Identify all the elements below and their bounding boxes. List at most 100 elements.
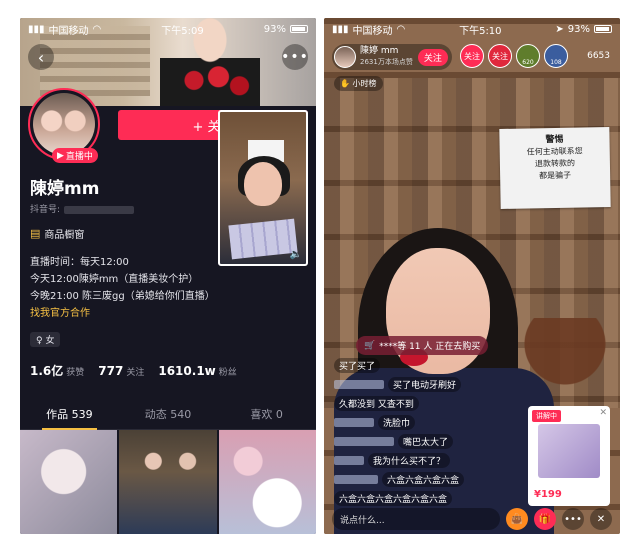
- more-button[interactable]: •••: [281, 44, 308, 70]
- stat-value: 1610.1w: [158, 364, 216, 378]
- more-dots-icon: •••: [564, 513, 582, 525]
- tab-moments[interactable]: 动态 540: [119, 398, 218, 429]
- location-icon: ➤: [555, 23, 564, 35]
- live-preview-window[interactable]: 🔈: [218, 110, 308, 266]
- shopping-bag-button[interactable]: 👜: [506, 508, 528, 530]
- streamer-avatar[interactable]: [334, 46, 356, 68]
- douyin-id-label: 抖音号:: [30, 205, 61, 215]
- viewer-avatar[interactable]: 108: [544, 44, 568, 68]
- viewer-count[interactable]: 6653: [587, 51, 610, 61]
- warning-line: 都是骗子: [539, 170, 572, 181]
- stat-value: 1.6亿: [30, 364, 64, 378]
- stat-following[interactable]: 777 关注: [98, 360, 144, 379]
- chat-username[interactable]: [334, 437, 394, 446]
- profile-tabs: 作品 539 动态 540 喜欢 0: [20, 398, 316, 430]
- video-grid: [20, 430, 316, 534]
- shop-window-link[interactable]: ▤ 商品橱窗: [30, 226, 84, 241]
- tab-likes[interactable]: 喜欢 0: [217, 398, 316, 429]
- chat-text: 洗脸巾: [378, 415, 416, 430]
- chat-text: 我为什么买不了？: [368, 453, 451, 468]
- gender-tag: ♀ 女: [30, 332, 61, 347]
- chat-text: 买了买了: [334, 358, 381, 373]
- gift-icon: 🎁: [538, 513, 552, 525]
- tab-works[interactable]: 作品 539: [20, 398, 119, 430]
- chat-username[interactable]: [334, 380, 384, 389]
- close-live-button[interactable]: ✕: [590, 508, 612, 530]
- avatar-image: [33, 93, 95, 155]
- stat-followers[interactable]: 1610.1w 粉丝: [158, 360, 236, 379]
- hourly-rank-tag[interactable]: ✋ 小时榜: [334, 76, 383, 91]
- chat-text: 买了电动牙刷好: [388, 377, 462, 392]
- douyin-id-value-blurred: [64, 205, 135, 214]
- purchase-text: ****等 11 人 正在去购买: [379, 342, 481, 352]
- top-viewers: 关注 关注 620 108: [460, 44, 568, 68]
- shop-icon: ▤: [30, 227, 41, 240]
- stat-label: 获赞: [66, 368, 85, 378]
- hand-icon: ✋: [340, 79, 350, 88]
- streamer-name: 陳婷 mm: [360, 46, 399, 56]
- signal-icon: ▮▮▮: [28, 23, 45, 35]
- speaker-icon[interactable]: 🔈: [290, 249, 302, 260]
- viewer-avatar[interactable]: 关注: [460, 44, 484, 68]
- chat-text: 六盒六盒六盒六盒: [382, 472, 465, 487]
- live-room-screen: 警惕 任何主动联系您 退款转款的 都是骗子 ▮▮▮ 中国移动 ◠ 下午5:10 …: [324, 18, 620, 534]
- product-image: [538, 424, 600, 478]
- follow-button[interactable]: 关注: [417, 48, 448, 66]
- chat-message: 买了买了: [334, 358, 534, 373]
- clock: 下午5:10: [459, 25, 502, 37]
- live-bottom-bar: 说点什么... 👜 🎁 ••• ✕: [324, 504, 620, 534]
- cover-roses: [180, 66, 250, 102]
- chat-username[interactable]: [334, 456, 364, 465]
- chat-username[interactable]: [334, 475, 378, 484]
- carrier-label: 中国移动: [48, 25, 89, 37]
- streamer-name-block: 陳婷 mm 2631万本场点赞: [360, 46, 413, 68]
- gift-button[interactable]: 🎁: [534, 508, 556, 530]
- battery-percent: 93%: [567, 23, 590, 35]
- streamer-info[interactable]: 陳婷 mm 2631万本场点赞 关注: [332, 44, 452, 70]
- streamer-likes: 2631万本场点赞: [360, 58, 413, 66]
- hourly-rank-label: 小时榜: [352, 79, 377, 88]
- chat-message: 买了电动牙刷好: [334, 377, 534, 392]
- comment-input[interactable]: 说点什么...: [332, 508, 500, 530]
- battery-icon: [289, 25, 308, 33]
- douyin-id: 抖音号:: [30, 202, 135, 215]
- close-icon[interactable]: ✕: [599, 408, 607, 418]
- status-bar: ▮▮▮ 中国移动 ◠ 下午5:09 93%: [20, 18, 316, 40]
- bio-line: 今晚21:00 陈三废gg（弟媳给你们直播）: [30, 291, 215, 302]
- bio-line: 今天12:00陳婷mm（直播美妆个护）: [30, 274, 199, 285]
- profile-name: 陳婷mm: [30, 179, 100, 199]
- stat-label: 粉丝: [218, 368, 237, 378]
- chat-text: 嘴巴太大了: [398, 434, 454, 449]
- preview-product-box: [228, 218, 298, 260]
- chat-message: 久都没到 又查不到: [334, 396, 534, 411]
- status-bar: ▮▮▮ 中国移动 ◠ 下午5:10 ➤ 93%: [324, 18, 620, 40]
- signal-icon: ▮▮▮: [332, 23, 349, 35]
- viewer-avatar[interactable]: 关注: [488, 44, 512, 68]
- viewer-avatar[interactable]: 620: [516, 44, 540, 68]
- profile-screen: ▮▮▮ 中国移动 ◠ 下午5:09 93% ‹ ••• ▶ 直播中 + 关注 🔈…: [20, 18, 316, 534]
- stat-value: 777: [98, 364, 124, 378]
- chevron-left-icon: ‹: [37, 47, 45, 67]
- close-icon: ✕: [596, 513, 606, 525]
- stat-likes[interactable]: 1.6亿 获赞: [30, 360, 84, 379]
- battery-icon: [594, 25, 612, 33]
- gender-label: 女: [45, 336, 55, 346]
- battery-percent: 93%: [263, 23, 286, 35]
- live-badge[interactable]: ▶ 直播中: [52, 148, 98, 163]
- official-cooperation-link[interactable]: 找我官方合作: [30, 305, 310, 322]
- carrier-label: 中国移动: [352, 25, 393, 37]
- play-icon: ▶: [57, 150, 64, 161]
- video-thumbnail[interactable]: [119, 430, 217, 534]
- wifi-icon: ◠: [92, 23, 102, 35]
- female-icon: ♀: [36, 336, 43, 346]
- chat-message: 嘴巴太大了: [334, 434, 534, 449]
- video-thumbnail[interactable]: [218, 430, 316, 534]
- chat-username[interactable]: [334, 418, 374, 427]
- video-thumbnail[interactable]: [20, 430, 118, 534]
- back-button[interactable]: ‹: [28, 44, 54, 70]
- more-button[interactable]: •••: [562, 508, 584, 530]
- product-card[interactable]: 讲解中 ✕ ¥199: [528, 406, 610, 506]
- wifi-icon: ◠: [396, 23, 406, 35]
- product-price: ¥199: [534, 489, 562, 500]
- cart-icon: 🛒: [364, 340, 376, 351]
